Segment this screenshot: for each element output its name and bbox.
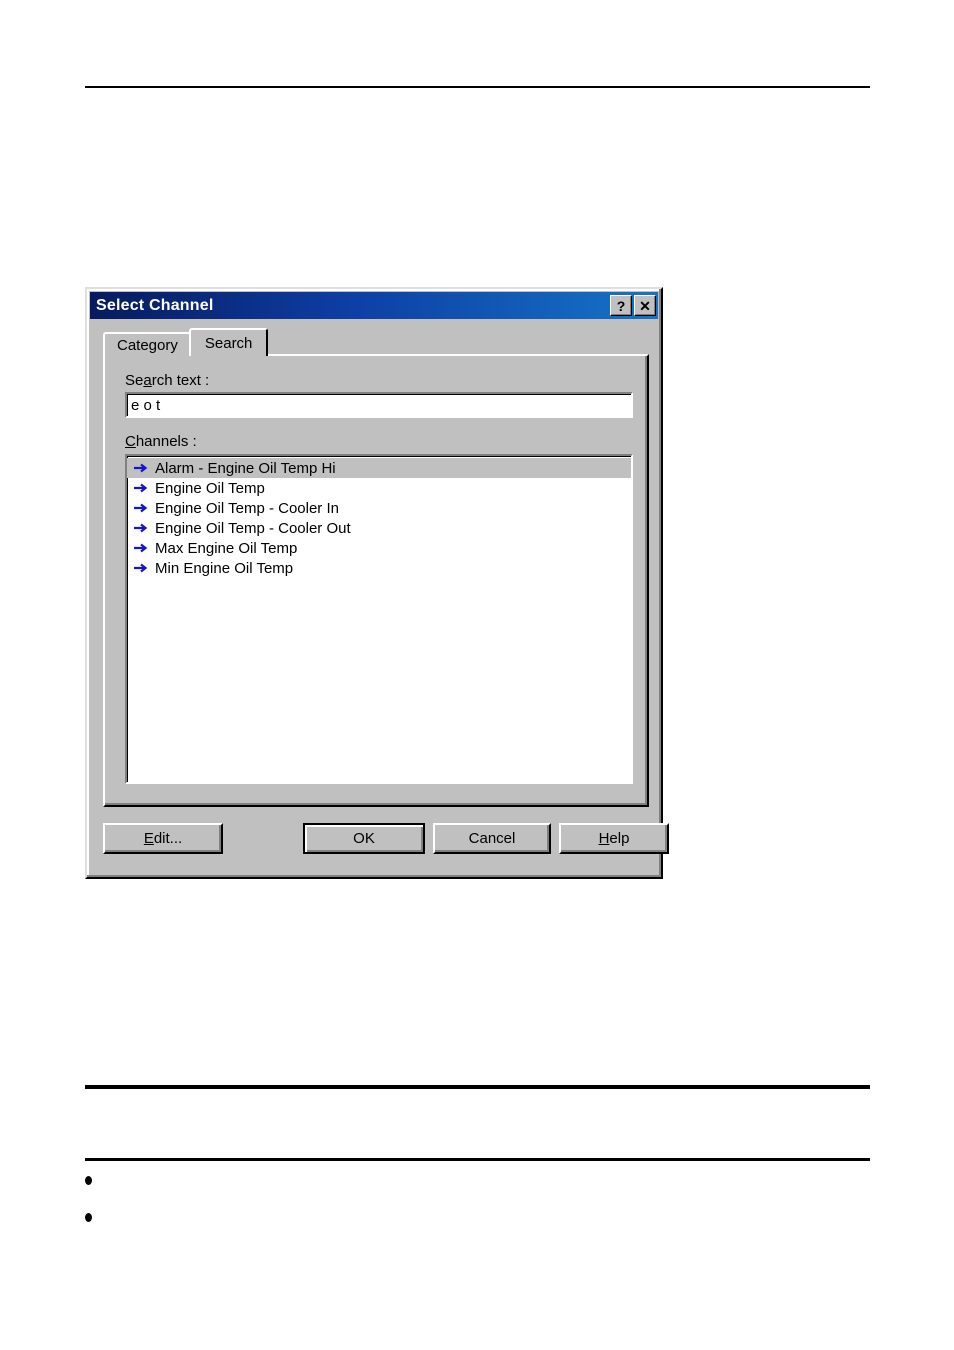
cancel-button[interactable]: Cancel [433,823,551,854]
blue-arrow-icon [134,503,148,513]
blue-arrow-icon [134,483,148,493]
page-middle-rule [85,1085,870,1089]
list-item[interactable]: Alarm - Engine Oil Temp Hi [127,458,631,478]
search-tab-panel: Search text : Channels : Alarm - Engine … [103,354,649,807]
blue-arrow-icon [134,523,148,533]
channels-listbox[interactable]: Alarm - Engine Oil Temp Hi Engine Oil Te… [125,454,633,784]
dialog-button-row: Edit... OK Cancel Help [103,823,669,857]
list-item-label: Alarm - Engine Oil Temp Hi [155,459,336,477]
search-text-label: Search text : [125,372,210,389]
list-item-label: Engine Oil Temp [155,479,265,497]
help-button-accelerator: H [598,830,610,847]
page-lower-rule [85,1158,870,1161]
edit-button[interactable]: Edit... [103,823,223,854]
tab-category[interactable]: Category [103,332,192,356]
tab-search-label: Search [204,334,253,352]
list-item[interactable]: Engine Oil Temp - Cooler Out [127,518,631,538]
list-item[interactable]: Engine Oil Temp [127,478,631,498]
list-item-bullet [85,1176,92,1185]
dialog-title: Select Channel [96,296,214,314]
tabstrip: Category Search [103,328,269,356]
tab-category-label: Category [117,336,178,354]
blue-arrow-icon [134,463,148,473]
channels-label: Channels : [125,433,197,450]
list-item-label: Engine Oil Temp - Cooler In [155,499,339,517]
ok-button-label: OK [353,830,375,847]
help-button[interactable]: Help [559,823,669,854]
close-icon[interactable]: ✕ [634,295,656,316]
search-input[interactable] [125,392,633,418]
edit-button-label: dit... [153,830,183,847]
list-item[interactable]: Max Engine Oil Temp [127,538,631,558]
ok-button[interactable]: OK [303,823,425,854]
channels-accelerator: C [125,433,136,450]
list-item-label: Engine Oil Temp - Cooler Out [155,519,351,537]
blue-arrow-icon [134,563,148,573]
list-item-label: Min Engine Oil Temp [155,559,294,577]
search-text-accelerator: a [143,372,152,389]
cancel-button-label: Cancel [468,830,516,847]
blue-arrow-icon [134,543,148,553]
list-item[interactable]: Min Engine Oil Temp [127,558,631,578]
help-icon[interactable]: ? [610,295,632,316]
page-top-rule [85,86,870,88]
select-channel-dialog: Select Channel ? ✕ Category Search Searc… [85,287,669,879]
help-button-label: elp [609,830,630,847]
dialog-titlebar[interactable]: Select Channel ? ✕ [90,292,658,319]
list-item-label: Max Engine Oil Temp [155,539,298,557]
list-item[interactable]: Engine Oil Temp - Cooler In [127,498,631,518]
edit-button-accelerator: E [143,830,154,847]
tab-search[interactable]: Search [188,328,269,356]
list-item-bullet [85,1213,92,1222]
